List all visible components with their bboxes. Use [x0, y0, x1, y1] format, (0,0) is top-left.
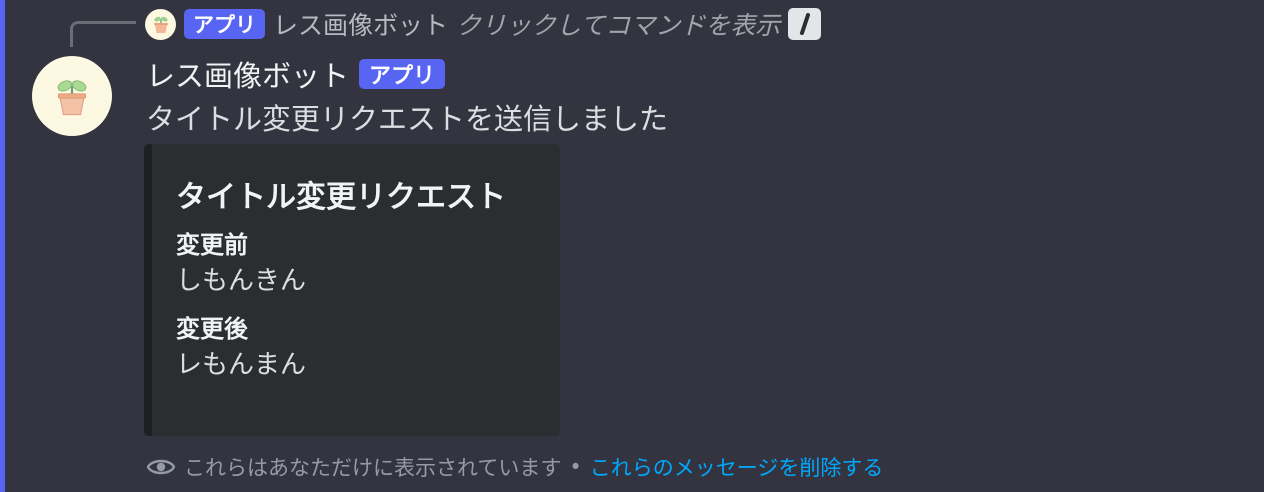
bot-username[interactable]: レス画像ボット: [146, 53, 349, 95]
potted-plant-icon: [57, 80, 87, 116]
message-content: タイトル変更リクエストを送信しました: [146, 102, 669, 136]
embed-card: タイトル変更リクエスト 変更前 しもんきん 変更後 レもんまん: [144, 144, 560, 436]
reply-avatar[interactable]: [145, 8, 176, 40]
eye-icon: [146, 459, 176, 475]
bot-avatar[interactable]: [32, 56, 112, 136]
embed-field-after: 変更後 レもんまん: [176, 312, 536, 384]
field-value: レもんまん: [176, 350, 307, 380]
message-highlight-bar: [0, 0, 5, 492]
command-hint[interactable]: クリックしてコマンドを表示: [456, 6, 780, 42]
field-value: しもんきん: [176, 266, 307, 296]
ephemeral-note: これらはあなただけに表示されています: [184, 456, 562, 480]
reply-spine: [70, 21, 136, 47]
field-name: 変更後: [176, 315, 248, 343]
field-name: 変更前: [176, 231, 248, 259]
reply-reference[interactable]: アプリ レス画像ボット クリックしてコマンドを表示: [145, 6, 822, 42]
slash-glyph-icon: [799, 13, 810, 35]
embed-title: タイトル変更リクエスト: [176, 180, 506, 215]
slash-command-icon[interactable]: [788, 8, 822, 40]
potted-plant-icon: [153, 16, 168, 33]
ephemeral-notice: これらはあなただけに表示されています • これらのメッセージを削除する: [146, 450, 883, 484]
app-tag: アプリ: [359, 59, 446, 89]
separator-dot: •: [569, 455, 582, 479]
embed-field-before: 変更前 しもんきん: [176, 228, 536, 300]
app-tag: アプリ: [184, 9, 265, 39]
dismiss-messages-link[interactable]: これらのメッセージを削除する: [590, 452, 884, 482]
message-header: レス画像ボット アプリ: [146, 53, 446, 95]
reply-bot-name[interactable]: レス画像ボット: [273, 6, 448, 42]
